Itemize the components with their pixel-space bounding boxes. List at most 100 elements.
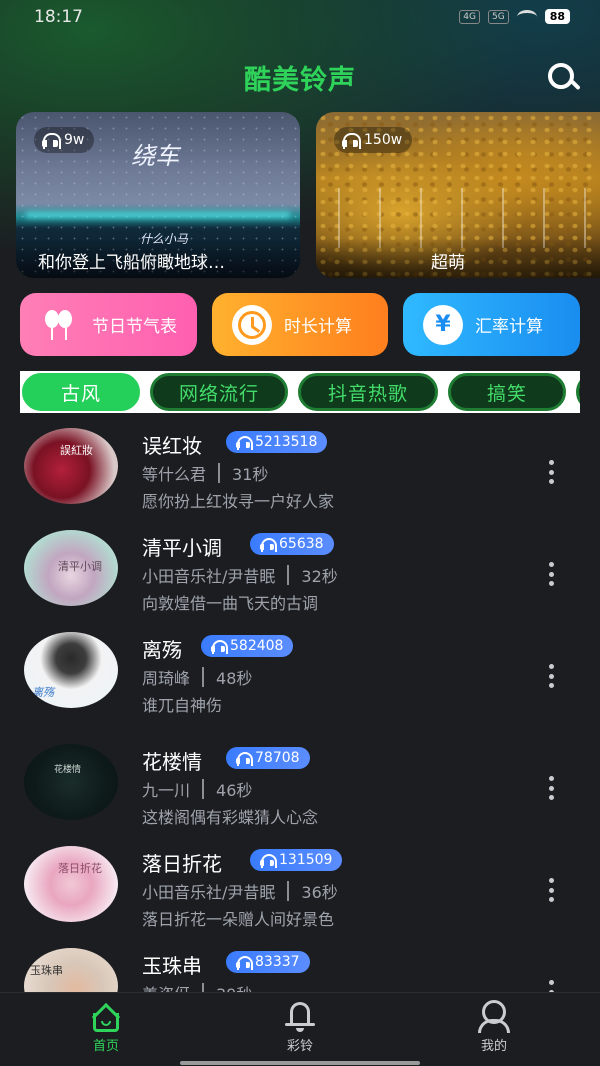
- status-time: 18:17: [34, 7, 83, 27]
- banner-caption: 超萌: [316, 238, 600, 278]
- list-item[interactable]: 玉珠串 玉珠串 83337 姜姿伢 39秒: [0, 940, 600, 992]
- song-meta: 小田音乐社/尹昔眠 36秒: [142, 879, 338, 903]
- more-options-icon[interactable]: [547, 980, 555, 992]
- status-icons: 4G 5G 88: [459, 9, 570, 24]
- banner-card-2[interactable]: 150w 超萌: [316, 112, 600, 278]
- more-options-icon[interactable]: [547, 664, 555, 688]
- signal-icon: 4G: [459, 9, 480, 24]
- play-count-badge: 78708: [226, 747, 310, 769]
- play-count-badge: 65638: [250, 533, 334, 555]
- home-icon: [88, 999, 124, 1033]
- nav-home[interactable]: 首页: [66, 999, 146, 1054]
- song-title: 花楼情: [142, 750, 202, 774]
- more-options-icon[interactable]: [547, 460, 555, 484]
- play-count: 582408: [230, 638, 284, 654]
- tool-label: 汇率计算: [475, 317, 543, 337]
- wifi-icon: [516, 9, 537, 24]
- headphone-icon: [260, 538, 277, 552]
- song-title: 清平小调: [142, 536, 222, 560]
- song-list: 誤紅妝 误红妆 5213518 等什么君 31秒 愿你扮上红妆寻一户好人家 清平…: [0, 420, 600, 992]
- play-count-badge: 582408: [201, 635, 294, 657]
- song-meta: 小田音乐社/尹昔眠 32秒: [142, 563, 338, 587]
- song-duration: 39秒: [216, 981, 252, 992]
- user-icon: [476, 999, 512, 1033]
- song-cover: 玉珠串: [24, 948, 118, 992]
- play-count-badge: 131509: [250, 849, 343, 871]
- song-cover: 誤紅妝: [24, 428, 118, 504]
- song-artist: 姜姿伢: [142, 981, 190, 992]
- song-cover: 清平小调: [24, 530, 118, 606]
- song-title: 玉珠串: [142, 954, 202, 978]
- song-cover: 离殇: [24, 632, 118, 708]
- song-artist: 小田音乐社/尹昔眠: [142, 567, 276, 586]
- song-title: 落日折花: [142, 852, 222, 876]
- song-title: 离殇: [142, 638, 182, 662]
- song-meta: 九一川 46秒: [142, 777, 252, 801]
- tab-funny[interactable]: 搞笑: [448, 373, 566, 411]
- play-count: 131509: [279, 852, 333, 868]
- home-indicator[interactable]: [180, 1061, 420, 1065]
- nav-label: 首页: [92, 1039, 119, 1054]
- list-item[interactable]: 誤紅妝 误红妆 5213518 等什么君 31秒 愿你扮上红妆寻一户好人家: [0, 420, 600, 530]
- tab-douyin-hits[interactable]: 抖音热歌: [298, 373, 438, 411]
- song-duration: 48秒: [216, 669, 253, 688]
- play-count-badge: 9w: [34, 127, 95, 153]
- song-desc: 落日折花一朵赠人间好景色: [142, 910, 335, 929]
- list-item[interactable]: 清平小调 清平小调 65638 小田音乐社/尹昔眠 32秒 向敦煌借一曲飞天的古…: [0, 522, 600, 632]
- headphone-icon: [236, 956, 253, 970]
- more-options-icon[interactable]: [547, 562, 555, 586]
- song-desc: 这楼阁偶有彩蝶猜人心念: [142, 808, 319, 827]
- festival-calendar-button[interactable]: 节日节气表: [20, 293, 197, 356]
- song-desc: 谁兀自神伤: [142, 696, 223, 715]
- tab-gufeng[interactable]: 古风: [22, 373, 140, 411]
- exchange-rate-button[interactable]: ¥ 汇率计算: [403, 293, 580, 356]
- play-count-badge: 5213518: [226, 431, 328, 453]
- play-count: 65638: [279, 536, 324, 552]
- headphone-icon: [236, 436, 253, 450]
- song-title: 误红妆: [142, 434, 202, 458]
- bottom-nav: 首页 彩铃 我的: [0, 992, 600, 1066]
- nav-label: 彩铃: [286, 1039, 313, 1054]
- balloon-icon: [40, 305, 80, 345]
- app-title: 酷美铃声: [244, 65, 356, 96]
- search-icon[interactable]: [546, 62, 582, 92]
- list-item[interactable]: 落日折花 落日折花 131509 小田音乐社/尹昔眠 36秒 落日折花一朵赠人间…: [0, 838, 600, 948]
- signal-icon-2: 5G: [487, 9, 509, 24]
- list-item[interactable]: 离殇 离殇 582408 周琦峰 48秒 谁兀自神伤: [0, 624, 600, 734]
- play-count: 5213518: [255, 434, 318, 450]
- tab-network-popular[interactable]: 网络流行: [150, 373, 288, 411]
- song-duration: 31秒: [232, 465, 269, 484]
- play-count: 9w: [64, 132, 85, 148]
- yen-icon: ¥: [423, 304, 463, 345]
- category-tabs: 古风 网络流行 抖音热歌 搞笑: [20, 371, 580, 413]
- song-cover: 落日折花: [24, 846, 118, 922]
- list-item[interactable]: 花楼情 花楼情 78708 九一川 46秒 这楼阁偶有彩蝶猜人心念: [0, 736, 600, 846]
- nav-mine[interactable]: 我的: [454, 999, 534, 1054]
- song-artist: 九一川: [142, 781, 191, 800]
- song-duration: 36秒: [301, 883, 338, 902]
- play-count: 83337: [255, 954, 300, 970]
- play-count-badge: 150w: [334, 127, 413, 153]
- banner-caption: 和你登上飞船俯瞰地球…: [16, 238, 300, 278]
- status-bar: 18:17 4G 5G 88: [0, 0, 600, 36]
- banner-card-1[interactable]: 绕车 什么小马 9w 和你登上飞船俯瞰地球…: [16, 112, 300, 278]
- song-desc: 向敦煌借一曲飞天的古调: [142, 594, 319, 613]
- bell-icon: [282, 999, 318, 1033]
- nav-ringtone[interactable]: 彩铃: [260, 999, 340, 1054]
- tool-label: 节日节气表: [92, 317, 177, 337]
- song-artist: 等什么君: [142, 465, 207, 484]
- play-count: 150w: [364, 132, 403, 148]
- headphone-icon: [236, 752, 253, 766]
- headphone-icon: [260, 854, 277, 868]
- headphone-icon: [211, 640, 228, 654]
- more-options-icon[interactable]: [547, 776, 555, 800]
- tab-more[interactable]: [576, 373, 580, 411]
- headphone-icon: [342, 133, 361, 149]
- duration-calc-button[interactable]: 时长计算: [212, 293, 388, 356]
- more-options-icon[interactable]: [547, 878, 555, 902]
- song-cover: 花楼情: [24, 744, 118, 820]
- song-meta: 周琦峰 48秒: [142, 665, 252, 689]
- play-count-badge: 83337: [226, 951, 310, 973]
- play-count: 78708: [255, 750, 300, 766]
- song-meta: 姜姿伢 39秒: [142, 981, 252, 992]
